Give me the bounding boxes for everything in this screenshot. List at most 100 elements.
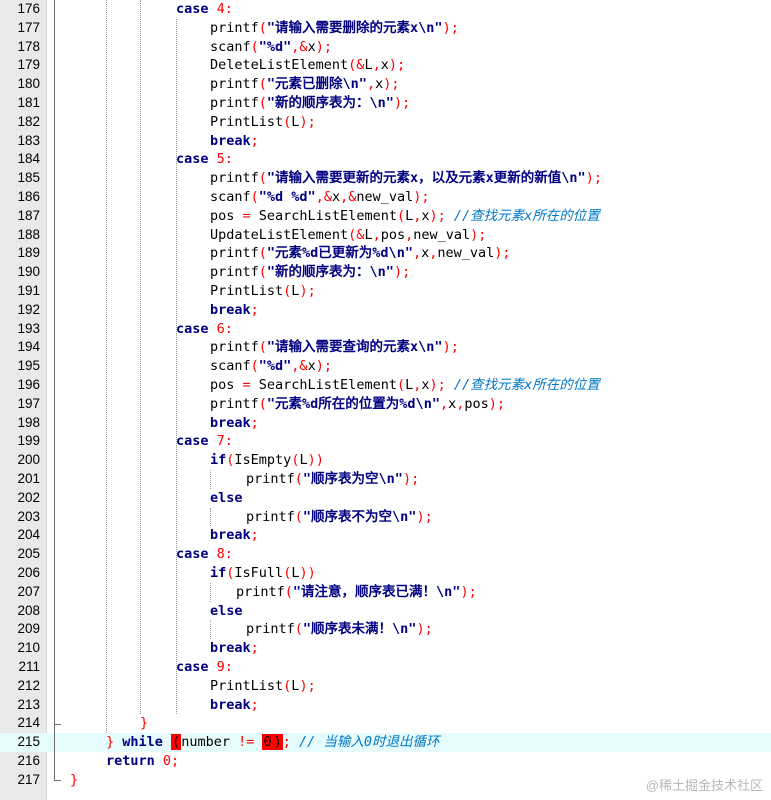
code-text[interactable]: case 6: bbox=[176, 320, 233, 339]
code-token: ); bbox=[315, 38, 332, 55]
code-line[interactable]: 199 case 7: bbox=[0, 432, 771, 451]
code-line[interactable]: 201 printf("顺序表为空\n"); bbox=[0, 470, 771, 489]
code-text[interactable]: case 7: bbox=[176, 432, 233, 451]
code-token: else bbox=[210, 489, 243, 506]
code-text[interactable]: PrintList(L); bbox=[210, 113, 316, 132]
code-text[interactable]: break; bbox=[210, 526, 259, 545]
code-line[interactable]: 179 DeleteListElement(&L,x); bbox=[0, 56, 771, 75]
code-line[interactable]: 200 if(IsEmpty(L)) bbox=[0, 451, 771, 470]
code-line[interactable]: 180 printf("元素已删除\n",x); bbox=[0, 75, 771, 94]
code-line[interactable]: 187 pos = SearchListElement(L,x); //查找元素x… bbox=[0, 207, 771, 226]
code-text[interactable]: printf("请注意，顺序表已满！\n"); bbox=[236, 583, 477, 602]
code-line[interactable]: 189 printf("元素%d已更新为%d\n",x,new_val); bbox=[0, 244, 771, 263]
code-text[interactable]: UpdateListElement(&L,pos,new_val); bbox=[210, 226, 486, 245]
code-line[interactable]: 188 UpdateListElement(&L,pos,new_val); bbox=[0, 226, 771, 245]
code-line[interactable]: 181 printf("新的顺序表为：\n"); bbox=[0, 94, 771, 113]
code-line[interactable]: 214} bbox=[0, 714, 771, 733]
code-token: = bbox=[242, 207, 259, 224]
code-line[interactable]: 182 PrintList(L); bbox=[0, 113, 771, 132]
code-token: new_val bbox=[356, 189, 414, 205]
code-text[interactable]: printf("元素%d所在的位置为%d\n",x,pos); bbox=[210, 395, 505, 414]
code-line[interactable]: 197 printf("元素%d所在的位置为%d\n",x,pos); bbox=[0, 395, 771, 414]
code-text[interactable]: PrintList(L); bbox=[210, 282, 316, 301]
code-text[interactable]: scanf("%d",&x); bbox=[210, 38, 332, 57]
code-text[interactable]: case 8: bbox=[176, 545, 233, 564]
code-line[interactable]: 204 break; bbox=[0, 526, 771, 545]
code-text[interactable]: printf("顺序表为空\n"); bbox=[246, 470, 419, 489]
code-token: pos bbox=[380, 226, 406, 243]
code-text[interactable]: DeleteListElement(&L,x); bbox=[210, 56, 405, 75]
code-text[interactable]: printf("顺序表未满！\n"); bbox=[246, 620, 433, 639]
code-line[interactable]: 202 else bbox=[0, 489, 771, 508]
code-line[interactable]: 185 printf("请输入需要更新的元素x，以及元素x更新的新值\n"); bbox=[0, 169, 771, 188]
code-editor[interactable]: 176 case 4: 177 printf("请输入需要删除的元素x\n"); 178… bbox=[0, 0, 771, 800]
code-line[interactable]: 207 printf("请注意，顺序表已满！\n"); bbox=[0, 583, 771, 602]
code-text[interactable]: case 5: bbox=[176, 150, 233, 169]
code-line[interactable]: 208 else bbox=[0, 602, 771, 621]
code-line[interactable]: 177 printf("请输入需要删除的元素x\n"); bbox=[0, 19, 771, 38]
code-text[interactable]: break; bbox=[210, 301, 259, 320]
fold-end-marker[interactable] bbox=[54, 723, 61, 725]
code-line[interactable]: 192 break; bbox=[0, 301, 771, 320]
code-text[interactable]: break; bbox=[210, 132, 259, 151]
code-line[interactable]: 183 break; bbox=[0, 132, 771, 151]
code-token: ); bbox=[470, 226, 487, 243]
code-token: ); bbox=[416, 621, 433, 638]
code-text[interactable]: return 0; bbox=[106, 752, 179, 771]
code-line[interactable]: 211 case 9: bbox=[0, 658, 771, 677]
code-text[interactable]: printf("请输入需要更新的元素x，以及元素x更新的新值\n"); bbox=[210, 169, 602, 188]
code-line[interactable]: 194 printf("请输入需要查询的元素x\n"); bbox=[0, 338, 771, 357]
code-line[interactable]: 209 printf("顺序表未满！\n"); bbox=[0, 620, 771, 639]
code-text[interactable]: break; bbox=[210, 639, 259, 658]
code-text[interactable]: if(IsFull(L)) bbox=[210, 564, 316, 583]
code-line[interactable]: 213 break; bbox=[0, 696, 771, 715]
code-line[interactable]: 205 case 8: bbox=[0, 545, 771, 564]
code-text[interactable]: printf("新的顺序表为：\n"); bbox=[210, 263, 410, 282]
code-text[interactable]: case 9: bbox=[176, 658, 233, 677]
code-text[interactable]: if(IsEmpty(L)) bbox=[210, 451, 324, 470]
code-line[interactable]: 186 scanf("%d %d",&x,&new_val); bbox=[0, 188, 771, 207]
code-text[interactable]: printf("请输入需要删除的元素x\n"); bbox=[210, 19, 459, 38]
code-text[interactable]: } bbox=[70, 771, 78, 790]
code-line[interactable]: 206 if(IsFull(L)) bbox=[0, 564, 771, 583]
code-text[interactable]: break; bbox=[210, 696, 259, 715]
code-line[interactable]: 184 case 5: bbox=[0, 150, 771, 169]
code-line[interactable]: 191 PrintList(L); bbox=[0, 282, 771, 301]
code-text[interactable]: else bbox=[210, 489, 243, 508]
code-text[interactable]: printf("元素%d已更新为%d\n",x,new_val); bbox=[210, 244, 511, 263]
code-text[interactable]: break; bbox=[210, 414, 259, 433]
code-line[interactable]: 176 case 4: bbox=[0, 0, 771, 19]
code-line[interactable]: 210 break; bbox=[0, 639, 771, 658]
code-text[interactable]: pos = SearchListElement(L,x); //查找元素x所在的… bbox=[210, 207, 600, 226]
code-line[interactable]: 193 case 6: bbox=[0, 320, 771, 339]
line-number: 180 bbox=[17, 76, 40, 92]
code-text[interactable]: scanf("%d",&x); bbox=[210, 357, 332, 376]
code-token: 5 bbox=[216, 151, 225, 168]
code-line[interactable]: 216 return 0; bbox=[0, 752, 771, 771]
code-text[interactable]: pos = SearchListElement(L,x); //查找元素x所在的… bbox=[210, 376, 600, 395]
code-token: DeleteListElement bbox=[210, 57, 349, 74]
code-line[interactable]: 178 scanf("%d",&x); bbox=[0, 38, 771, 57]
code-text[interactable]: printf("新的顺序表为：\n"); bbox=[210, 94, 410, 113]
line-number: 204 bbox=[17, 527, 40, 543]
code-line[interactable]: 196 pos = SearchListElement(L,x); //查找元素x… bbox=[0, 376, 771, 395]
code-line[interactable]: 215} while (number != 0); // 当输入0时退出循环 bbox=[0, 733, 771, 752]
code-token: (& bbox=[348, 57, 365, 74]
code-text[interactable]: case 4: bbox=[176, 0, 233, 19]
code-text[interactable]: PrintList(L); bbox=[210, 677, 316, 696]
code-token: : bbox=[224, 151, 233, 168]
code-line[interactable]: 203 printf("顺序表不为空\n"); bbox=[0, 508, 771, 527]
code-text[interactable]: } bbox=[140, 714, 148, 733]
code-text[interactable]: else bbox=[210, 602, 243, 621]
code-line[interactable]: 190 printf("新的顺序表为：\n"); bbox=[0, 263, 771, 282]
code-text[interactable]: } while (number != 0); // 当输入0时退出循环 bbox=[106, 733, 440, 752]
code-text[interactable]: scanf("%d %d",&x,&new_val); bbox=[210, 188, 430, 207]
code-line[interactable]: 212 PrintList(L); bbox=[0, 677, 771, 696]
code-token: scanf bbox=[210, 38, 251, 55]
code-text[interactable]: printf("顺序表不为空\n"); bbox=[246, 508, 433, 527]
code-text[interactable]: printf("元素已删除\n",x); bbox=[210, 75, 399, 94]
code-text[interactable]: printf("请输入需要查询的元素x\n"); bbox=[210, 338, 459, 357]
code-line[interactable]: 198 break; bbox=[0, 414, 771, 433]
fold-end-marker[interactable] bbox=[54, 780, 61, 782]
code-line[interactable]: 195 scanf("%d",&x); bbox=[0, 357, 771, 376]
